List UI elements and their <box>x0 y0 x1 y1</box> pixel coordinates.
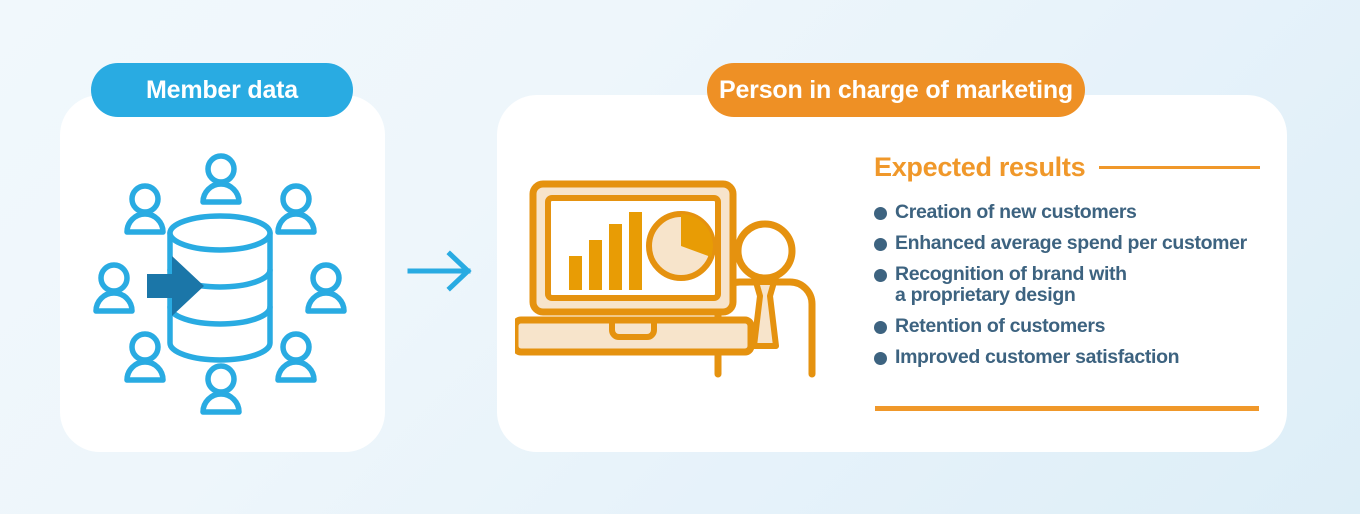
bullet-icon <box>874 207 887 220</box>
member-data-badge-label: Member data <box>145 75 298 104</box>
list-item-label: Improved customer satisfaction <box>895 346 1180 369</box>
analyst-at-laptop-icon <box>511 178 835 390</box>
marketing-person-badge-label: Person in charge of marketing <box>718 75 1073 104</box>
bullet-icon <box>874 352 887 366</box>
list-item: Enhanced average spend per customer <box>874 232 1260 255</box>
list-item-label: Recognition of brand with a proprietary … <box>895 263 1127 307</box>
bullet-icon <box>874 321 887 335</box>
list-item: Improved customer satisfaction <box>874 347 1260 368</box>
list-item: Recognition of brand with a proprietary … <box>874 264 1260 306</box>
list-item-label: Enhanced average spend per customer <box>895 232 1247 255</box>
right-arrow-icon <box>406 248 478 294</box>
expected-results-list: Creation of new customers Enhanced avera… <box>874 201 1260 368</box>
infographic-canvas: Member data Person in charge of marketin… <box>0 0 1360 514</box>
list-item: Retention of customers <box>874 316 1260 337</box>
member-database-icon <box>85 150 365 420</box>
expected-results-header: Expected results <box>874 150 1260 184</box>
list-item-label: Retention of customers <box>895 315 1106 338</box>
expected-results-header-rule <box>1099 165 1260 169</box>
expected-results-block: Expected results Creation of new custome… <box>874 150 1260 412</box>
bullet-icon <box>874 269 887 283</box>
marketing-person-badge: Person in charge of marketing <box>707 63 1085 117</box>
expected-results-bottom-rule <box>875 406 1259 411</box>
expected-results-title: Expected results <box>874 151 1086 182</box>
list-item-label: Creation of new customers <box>895 201 1137 223</box>
member-data-badge: Member data <box>91 63 353 117</box>
list-item: Creation of new customers <box>874 201 1260 223</box>
bullet-icon <box>874 238 887 252</box>
